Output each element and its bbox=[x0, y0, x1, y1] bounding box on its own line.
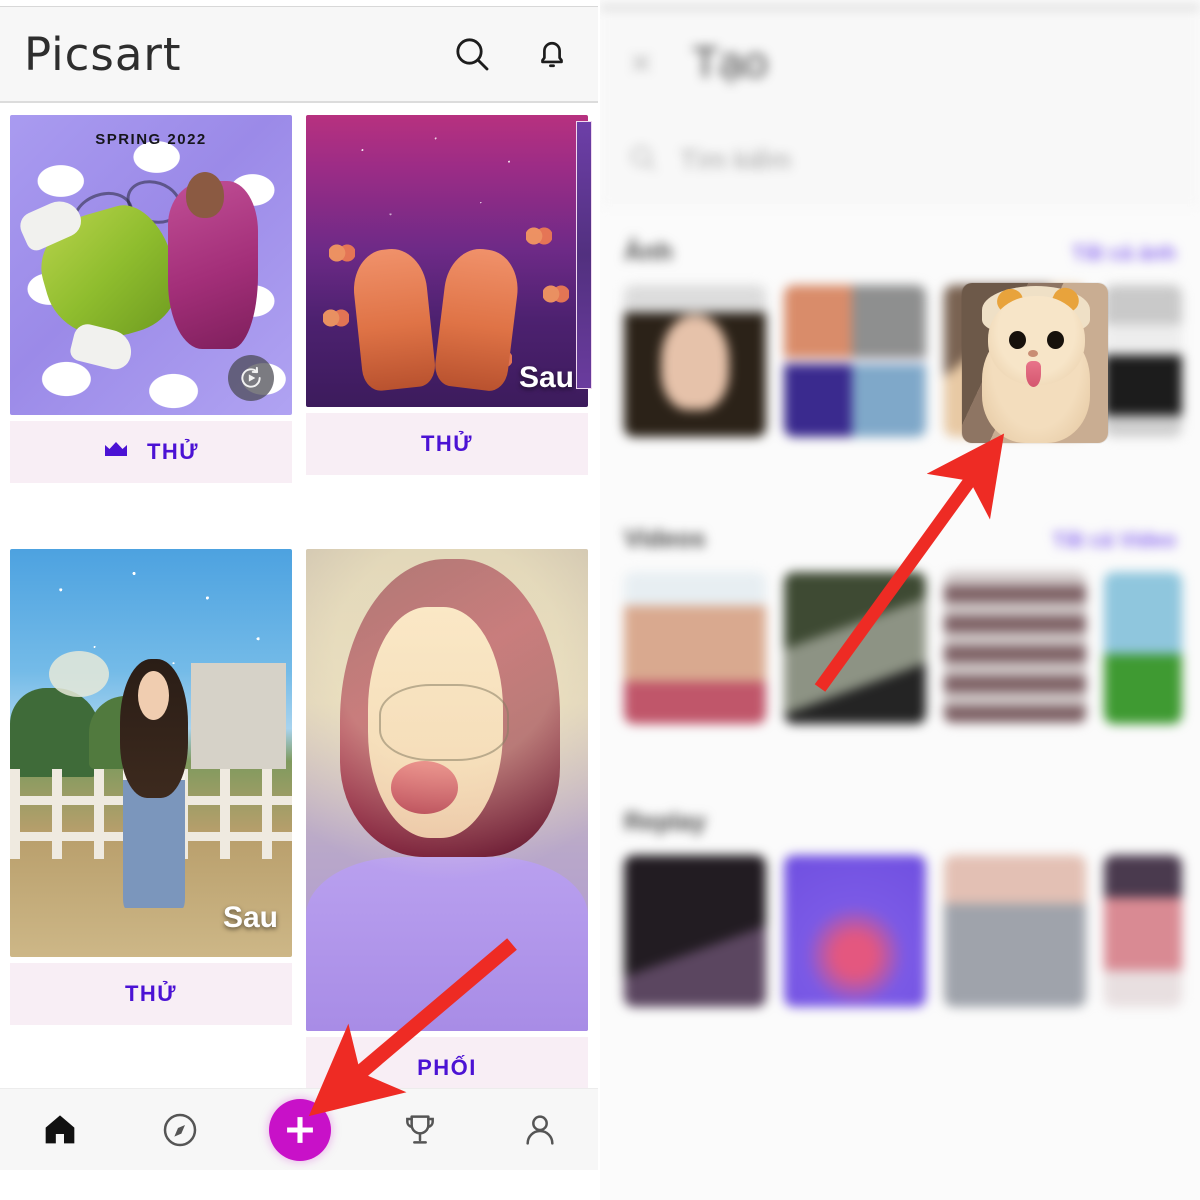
create-sheet: Tạo Tìm kiếm Ảnh Tất cả ảnh Videos Tất c… bbox=[600, 0, 1200, 1200]
card-cta-label: PHỐI bbox=[417, 1055, 477, 1080]
cat-eye bbox=[1046, 331, 1064, 349]
artwork-butterfly bbox=[322, 307, 349, 328]
section-photos: Ảnh Tất cả ảnh bbox=[600, 204, 1200, 437]
search-bar[interactable]: Tìm kiếm bbox=[600, 118, 1200, 204]
before-after-label: Sau bbox=[518, 361, 574, 394]
card-thumbnail[interactable]: SPRING 2022 bbox=[10, 115, 292, 415]
screenshot-root: Picsart SPRING 2022 THỬ Sau THỬ Sau THỬ … bbox=[0, 0, 1200, 1200]
artwork-glow bbox=[306, 549, 588, 1031]
video-tile[interactable] bbox=[1104, 572, 1182, 724]
see-all-link[interactable]: Tất cả Video bbox=[1053, 529, 1176, 553]
replay-tile[interactable] bbox=[944, 855, 1086, 1007]
left-phone-panel: Picsart SPRING 2022 THỬ Sau THỬ Sau THỬ … bbox=[0, 0, 600, 1200]
status-sliver bbox=[0, 0, 598, 7]
artwork-butterfly bbox=[525, 225, 552, 246]
create-header: Tạo bbox=[600, 8, 1200, 118]
card-butterfly-hands[interactable]: Sau THỬ bbox=[306, 115, 592, 475]
search-icon bbox=[628, 143, 658, 178]
artwork-head bbox=[186, 172, 225, 218]
card-thumbnail[interactable]: Sau bbox=[10, 549, 292, 957]
nav-item-create[interactable] bbox=[261, 1098, 339, 1162]
close-icon[interactable] bbox=[626, 48, 656, 78]
card-cta-button[interactable]: THỬ bbox=[10, 421, 292, 483]
bottom-navigation bbox=[0, 1088, 598, 1170]
video-tile[interactable] bbox=[784, 572, 926, 724]
replay-tile[interactable] bbox=[624, 855, 766, 1007]
cat-nose bbox=[1027, 350, 1038, 358]
artwork-house bbox=[190, 663, 287, 770]
right-phone-panel: Tạo Tìm kiếm Ảnh Tất cả ảnh Videos Tất c… bbox=[600, 0, 1200, 1200]
next-card-peek[interactable] bbox=[576, 121, 592, 389]
card-cta-button[interactable]: THỬ bbox=[306, 413, 588, 475]
video-strip bbox=[624, 572, 1182, 724]
nav-item-challenges[interactable] bbox=[381, 1098, 459, 1162]
section-title: Ảnh bbox=[624, 238, 673, 266]
nav-item-profile[interactable] bbox=[501, 1098, 579, 1162]
image-caption: SPRING 2022 bbox=[95, 131, 207, 148]
section-videos: Videos Tất cả Video bbox=[600, 437, 1200, 724]
replay-tile[interactable] bbox=[784, 855, 926, 1007]
crown-icon bbox=[103, 440, 129, 465]
section-replay: Replay bbox=[600, 724, 1200, 1007]
section-header: Videos Tất cả Video bbox=[624, 525, 1176, 572]
section-header: Replay bbox=[624, 808, 1176, 855]
section-title: Videos bbox=[624, 525, 706, 553]
card-thumbnail[interactable]: Sau bbox=[306, 115, 588, 407]
bottom-safe-area bbox=[0, 1170, 598, 1200]
see-all-link[interactable]: Tất cả ảnh bbox=[1072, 242, 1176, 266]
highlighted-photo-cat[interactable] bbox=[962, 283, 1108, 443]
card-outdoor-girl[interactable]: Sau THỬ bbox=[10, 549, 292, 1025]
section-title: Replay bbox=[624, 808, 706, 836]
replay-icon[interactable] bbox=[228, 355, 274, 401]
app-header: Picsart bbox=[0, 7, 598, 103]
card-spring-2022[interactable]: SPRING 2022 THỬ bbox=[10, 115, 292, 483]
replay-tile[interactable] bbox=[1104, 855, 1182, 1007]
card-red-hair-portrait[interactable]: PHỐI bbox=[306, 549, 588, 1099]
photo-tile[interactable] bbox=[784, 285, 926, 437]
feed-row-2: Sau THỬ PHỐI bbox=[0, 549, 598, 1099]
card-cta-label: THỬ bbox=[420, 431, 474, 456]
artwork-butterfly bbox=[328, 243, 355, 264]
app-logo: Picsart bbox=[24, 27, 182, 81]
search-icon[interactable] bbox=[450, 32, 494, 76]
page-title: Tạo bbox=[692, 38, 768, 87]
bell-icon[interactable] bbox=[530, 32, 574, 76]
artwork-portrait bbox=[306, 549, 588, 1031]
feed: SPRING 2022 THỬ Sau THỬ Sau THỬ PHỐI bbox=[0, 115, 598, 1197]
artwork-bush bbox=[10, 687, 101, 778]
card-cta-label: THỬ bbox=[146, 439, 200, 464]
card-cta-button[interactable]: THỬ bbox=[10, 963, 292, 1025]
video-tile[interactable] bbox=[944, 572, 1086, 724]
feed-row-1: SPRING 2022 THỬ Sau THỬ bbox=[0, 115, 598, 483]
artwork-butterfly bbox=[542, 284, 569, 305]
photo-tile[interactable] bbox=[1104, 285, 1182, 437]
status-sliver bbox=[600, 0, 1200, 8]
replay-strip bbox=[624, 855, 1182, 1007]
nav-item-home[interactable] bbox=[21, 1098, 99, 1162]
card-cta-label: THỬ bbox=[124, 981, 178, 1006]
header-actions bbox=[450, 32, 574, 76]
photo-tile[interactable] bbox=[624, 285, 766, 437]
before-after-label: Sau bbox=[222, 901, 278, 934]
cat-eye bbox=[1008, 331, 1026, 349]
section-header: Ảnh Tất cả ảnh bbox=[624, 238, 1176, 285]
create-button[interactable] bbox=[269, 1098, 331, 1161]
search-input[interactable]: Tìm kiếm bbox=[680, 145, 791, 176]
nav-item-discover[interactable] bbox=[141, 1098, 219, 1162]
video-tile[interactable] bbox=[624, 572, 766, 724]
card-thumbnail[interactable] bbox=[306, 549, 588, 1031]
